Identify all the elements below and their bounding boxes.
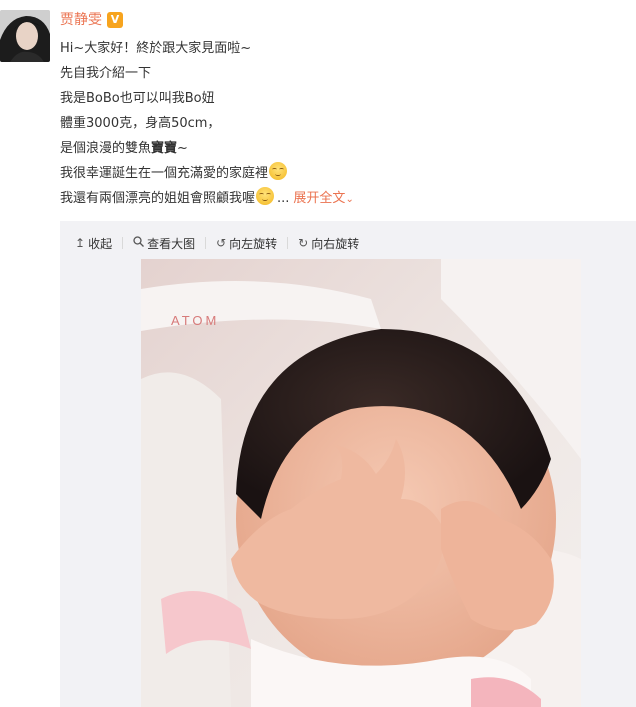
up-arrow-icon: ↥ xyxy=(75,236,86,250)
verified-v-badge-icon: V xyxy=(107,12,123,28)
post-line: 先自我介紹一下 xyxy=(60,66,152,81)
chevron-down-icon: ⌄ xyxy=(345,194,354,205)
rotate-right-icon: ↻ xyxy=(298,236,309,250)
ellipsis: ... xyxy=(277,191,290,206)
media-panel: ↥ 收起 查看大图 ↺ 向左旋转 ↻ 向右旋转 ATOM xyxy=(60,221,636,707)
post-line: 我很幸運誕生在一個充滿愛的家庭裡 xyxy=(60,161,620,186)
expand-label: 展开全文 xyxy=(293,191,346,206)
post-line-text: 是個浪漫的雙魚 xyxy=(60,141,152,156)
avatar[interactable] xyxy=(0,10,50,62)
post-photo[interactable]: ATOM xyxy=(141,259,581,707)
post-line: 我還有兩個漂亮的姐姐會照顧我喔... 展开全文⌄ xyxy=(60,186,620,211)
post-line: 體重3000克，身高50cm， xyxy=(60,116,221,131)
toolbar-divider xyxy=(205,237,207,249)
view-large-button[interactable]: 查看大图 xyxy=(133,235,195,252)
post-line: 我是BoBo也可以叫我Bo妞 xyxy=(60,91,215,106)
rotate-right-label: 向右旋转 xyxy=(311,236,360,251)
photo-logo-text: ATOM xyxy=(171,313,219,328)
expand-full-text-link[interactable]: 展开全文⌄ xyxy=(293,191,353,206)
post-line: Hi~大家好！終於跟大家見面啦~ xyxy=(60,41,252,56)
post-line-bold: 寶寶 xyxy=(151,141,178,156)
rotate-right-button[interactable]: ↻ 向右旋转 xyxy=(298,235,359,252)
post-line-tail: ~ xyxy=(177,141,188,156)
post-line-text: 我很幸運誕生在一個充滿愛的家庭裡 xyxy=(60,166,269,181)
magnifier-icon xyxy=(133,236,145,250)
view-large-label: 查看大图 xyxy=(147,236,196,251)
collapse-label: 收起 xyxy=(88,236,113,251)
rotate-left-icon: ↺ xyxy=(216,236,227,250)
collapse-button[interactable]: ↥ 收起 xyxy=(75,235,112,252)
rotate-left-label: 向左旋转 xyxy=(229,236,278,251)
rotate-left-button[interactable]: ↺ 向左旋转 xyxy=(216,235,277,252)
smile-emoji-icon xyxy=(269,162,288,180)
author-name[interactable]: 贾静雯 xyxy=(60,11,102,29)
toolbar-divider xyxy=(122,237,124,249)
post-line-text: 我還有兩個漂亮的姐姐會照顧我喔 xyxy=(60,191,256,206)
toolbar-divider xyxy=(287,237,289,249)
post-text: Hi~大家好！終於跟大家見面啦~ 先自我介紹一下 我是BoBo也可以叫我Bo妞 … xyxy=(60,36,620,211)
smile-emoji-icon xyxy=(256,187,275,205)
media-toolbar: ↥ 收起 查看大图 ↺ 向左旋转 ↻ 向右旋转 xyxy=(75,233,359,253)
post-line: 是個浪漫的雙魚寶寶~ xyxy=(60,136,620,161)
